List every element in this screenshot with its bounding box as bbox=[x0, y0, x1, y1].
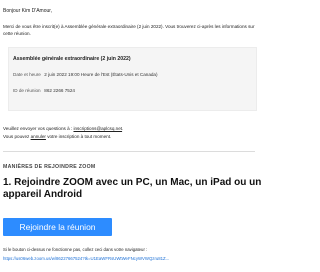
email-view: Bonjour Kim D'Amour, Merci de vous être … bbox=[0, 0, 262, 272]
meeting-title: Assemblée générale extraordinaire (2 jui… bbox=[13, 56, 131, 62]
contact-suffix: . bbox=[122, 126, 124, 131]
cancel-line: Vous pouvez annuler votre inscription à … bbox=[3, 133, 255, 141]
contact-line: Veuillez envoyer vos questions à : inscr… bbox=[3, 125, 255, 133]
meeting-id-label: ID de réunion bbox=[13, 88, 41, 93]
section-divider bbox=[3, 151, 255, 152]
date-label: Date et heure bbox=[13, 72, 41, 77]
date-value: 2 juin 2022 19:00 Heure de l'Est (États-… bbox=[44, 72, 158, 77]
fallback-text: Si le bouton ci-dessus ne fonctionne pas… bbox=[3, 247, 148, 252]
meeting-date-row: Date et heure 2 juin 2022 19:00 Heure de… bbox=[13, 72, 158, 77]
join-url-link[interactable]: https://us06web.zoom.us/w/86227667524?tk… bbox=[3, 256, 262, 261]
meeting-id-row: ID de réunion 862 2266 7524 bbox=[13, 88, 75, 93]
cancel-prefix: Vous pouvez bbox=[3, 134, 31, 139]
contact-prefix: Veuillez envoyer vos questions à : bbox=[3, 126, 74, 131]
join-meeting-button[interactable]: Rejoindre la réunion bbox=[3, 218, 112, 236]
intro-text: Merci de vous être inscrit(e) à Assemblé… bbox=[3, 24, 255, 36]
contact-email-link[interactable]: inscriptions@aplcsq.net bbox=[73, 126, 122, 131]
methods-heading: MANIÈRES DE REJOINDRE ZOOM bbox=[3, 164, 96, 170]
cancel-suffix: votre inscription à tout moment. bbox=[45, 134, 112, 139]
join-heading: 1. Rejoindre ZOOM avec un PC, un Mac, un… bbox=[3, 177, 262, 200]
contact-section: Veuillez envoyer vos questions à : inscr… bbox=[3, 125, 255, 141]
cancel-registration-link[interactable]: annuler bbox=[31, 134, 46, 139]
meeting-id-value: 862 2266 7524 bbox=[44, 88, 75, 93]
greeting: Bonjour Kim D'Amour, bbox=[3, 8, 53, 14]
